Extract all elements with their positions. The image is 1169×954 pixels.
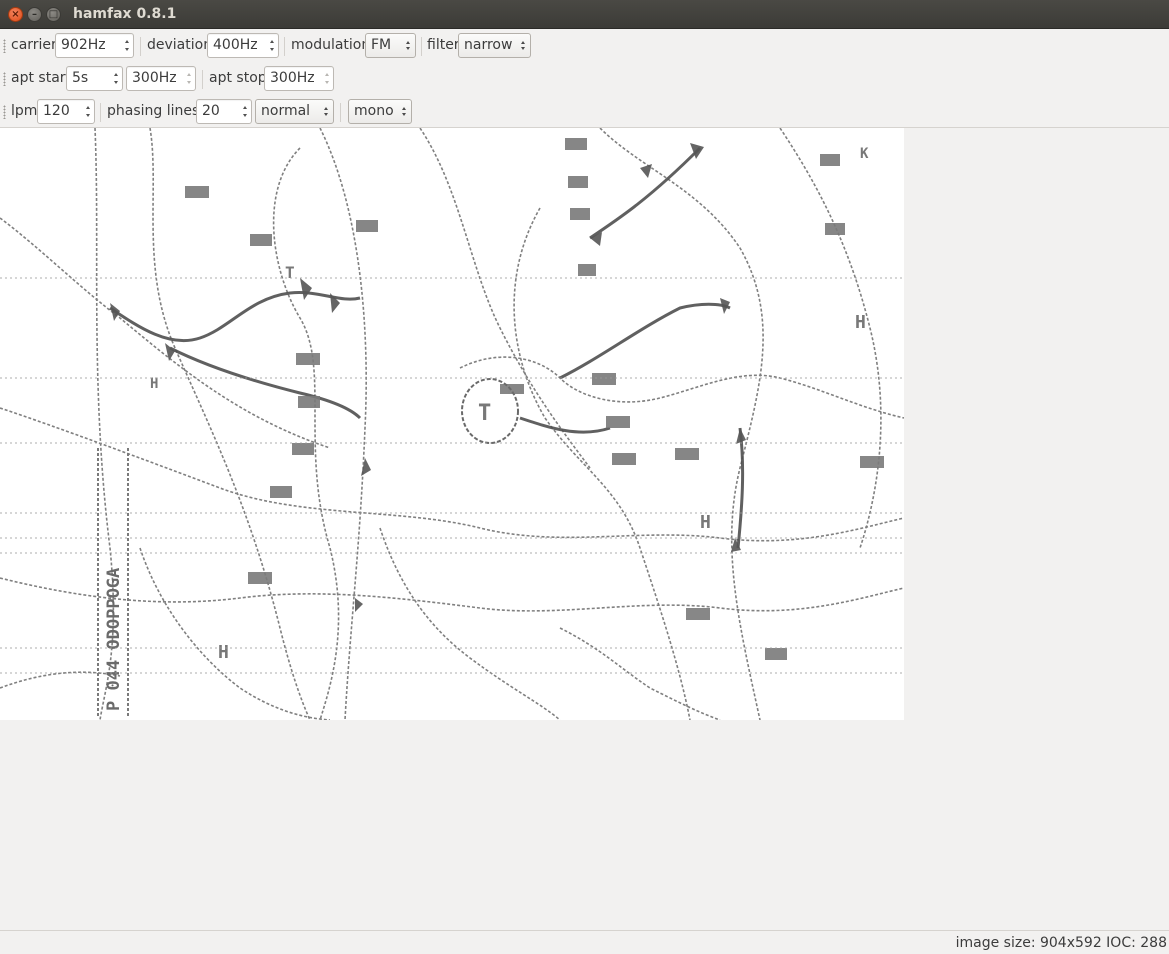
svg-text:K: K xyxy=(860,146,869,162)
spin-arrows-icon[interactable] xyxy=(119,34,133,57)
filter-value: narrow xyxy=(464,37,513,53)
phasing-mode-value: normal xyxy=(261,103,311,119)
lpm-label: lpm xyxy=(11,103,38,119)
toolbar-separator xyxy=(421,37,422,56)
filter-label: filter xyxy=(427,37,460,53)
title-bar[interactable]: × – □ hamfax 0.8.1 xyxy=(0,0,1169,29)
deviation-value: 400Hz xyxy=(213,37,258,53)
color-mode-value: mono xyxy=(354,103,394,119)
fax-image-drawing: T T H H H H K P 044 ODOPPOGA xyxy=(0,127,905,721)
deviation-label: deviation xyxy=(147,37,213,53)
apt-toolbar: apt start 5s 300Hz apt stop 300Hz xyxy=(0,62,1169,95)
apt-start-freq-spinbox[interactable]: 300Hz xyxy=(126,66,196,91)
svg-text:T: T xyxy=(285,263,295,282)
phasing-mode-select[interactable]: normal xyxy=(255,99,334,124)
toolbar-separator xyxy=(100,103,101,122)
svg-text:H: H xyxy=(700,512,711,533)
carrier-spinbox[interactable]: 902Hz xyxy=(55,33,134,58)
apt-start-time-spinbox[interactable]: 5s xyxy=(66,66,123,91)
spin-arrows-icon[interactable] xyxy=(264,34,278,57)
apt-start-label: apt start xyxy=(11,70,72,86)
svg-text:H: H xyxy=(218,642,229,663)
window-title: hamfax 0.8.1 xyxy=(73,6,177,22)
minimize-window-icon[interactable]: – xyxy=(27,7,42,22)
filter-select[interactable]: narrow xyxy=(458,33,531,58)
toolbar-grip-icon[interactable] xyxy=(3,39,6,53)
modulation-value: FM xyxy=(371,37,392,53)
timing-toolbar: lpm 120 phasing lines 20 normal mono xyxy=(0,95,1169,128)
fax-weather-chart-image: T T H H H H K P 044 ODOPPOGA xyxy=(0,127,905,721)
deviation-spinbox[interactable]: 400Hz xyxy=(207,33,279,58)
carrier-label: carrier xyxy=(11,37,57,53)
status-bar: image size: 904x592 IOC: 288 xyxy=(0,930,1169,954)
phasing-lines-value: 20 xyxy=(202,103,220,119)
combo-arrows-icon xyxy=(402,34,412,57)
color-mode-select[interactable]: mono xyxy=(348,99,412,124)
lpm-spinbox[interactable]: 120 xyxy=(37,99,95,124)
carrier-value: 902Hz xyxy=(61,37,106,53)
fax-vertical-text: P 044 ODOPPOGA xyxy=(104,568,124,711)
modulation-label: modulation xyxy=(291,37,371,53)
hamfax-window: × – □ hamfax 0.8.1 carrier 902Hz deviati… xyxy=(0,0,1169,954)
apt-start-freq-value: 300Hz xyxy=(132,70,177,86)
apt-start-time-value: 5s xyxy=(72,70,89,86)
apt-stop-label: apt stop xyxy=(209,70,267,86)
phasing-lines-label: phasing lines xyxy=(107,103,200,119)
toolbar-separator xyxy=(140,37,141,56)
spin-arrows-icon[interactable] xyxy=(80,100,94,123)
modulation-select[interactable]: FM xyxy=(365,33,416,58)
modulation-toolbar: carrier 902Hz deviation 400Hz modulation… xyxy=(0,29,1169,62)
toolbar-separator xyxy=(202,70,203,89)
toolbar-grip-icon[interactable] xyxy=(3,105,6,119)
spin-arrows-icon[interactable] xyxy=(181,67,195,90)
apt-stop-freq-spinbox[interactable]: 300Hz xyxy=(264,66,334,91)
spin-arrows-icon[interactable] xyxy=(108,67,122,90)
spin-arrows-icon[interactable] xyxy=(237,100,251,123)
combo-arrows-icon xyxy=(517,34,527,57)
toolbar-separator xyxy=(284,37,285,56)
svg-text:H: H xyxy=(855,312,866,333)
toolbar-grip-icon[interactable] xyxy=(3,72,6,86)
toolbar-separator xyxy=(340,103,341,122)
apt-stop-freq-value: 300Hz xyxy=(270,70,315,86)
fax-image-viewport[interactable]: T T H H H H K P 044 ODOPPOGA xyxy=(0,127,1169,930)
maximize-window-icon[interactable]: □ xyxy=(46,7,61,22)
lpm-value: 120 xyxy=(43,103,70,119)
combo-arrows-icon xyxy=(320,100,330,123)
combo-arrows-icon xyxy=(398,100,408,123)
svg-text:T: T xyxy=(478,401,491,426)
image-size-status: image size: 904x592 IOC: 288 xyxy=(955,935,1167,951)
close-window-icon[interactable]: × xyxy=(8,7,23,22)
spin-arrows-icon[interactable] xyxy=(319,67,333,90)
phasing-lines-spinbox[interactable]: 20 xyxy=(196,99,252,124)
